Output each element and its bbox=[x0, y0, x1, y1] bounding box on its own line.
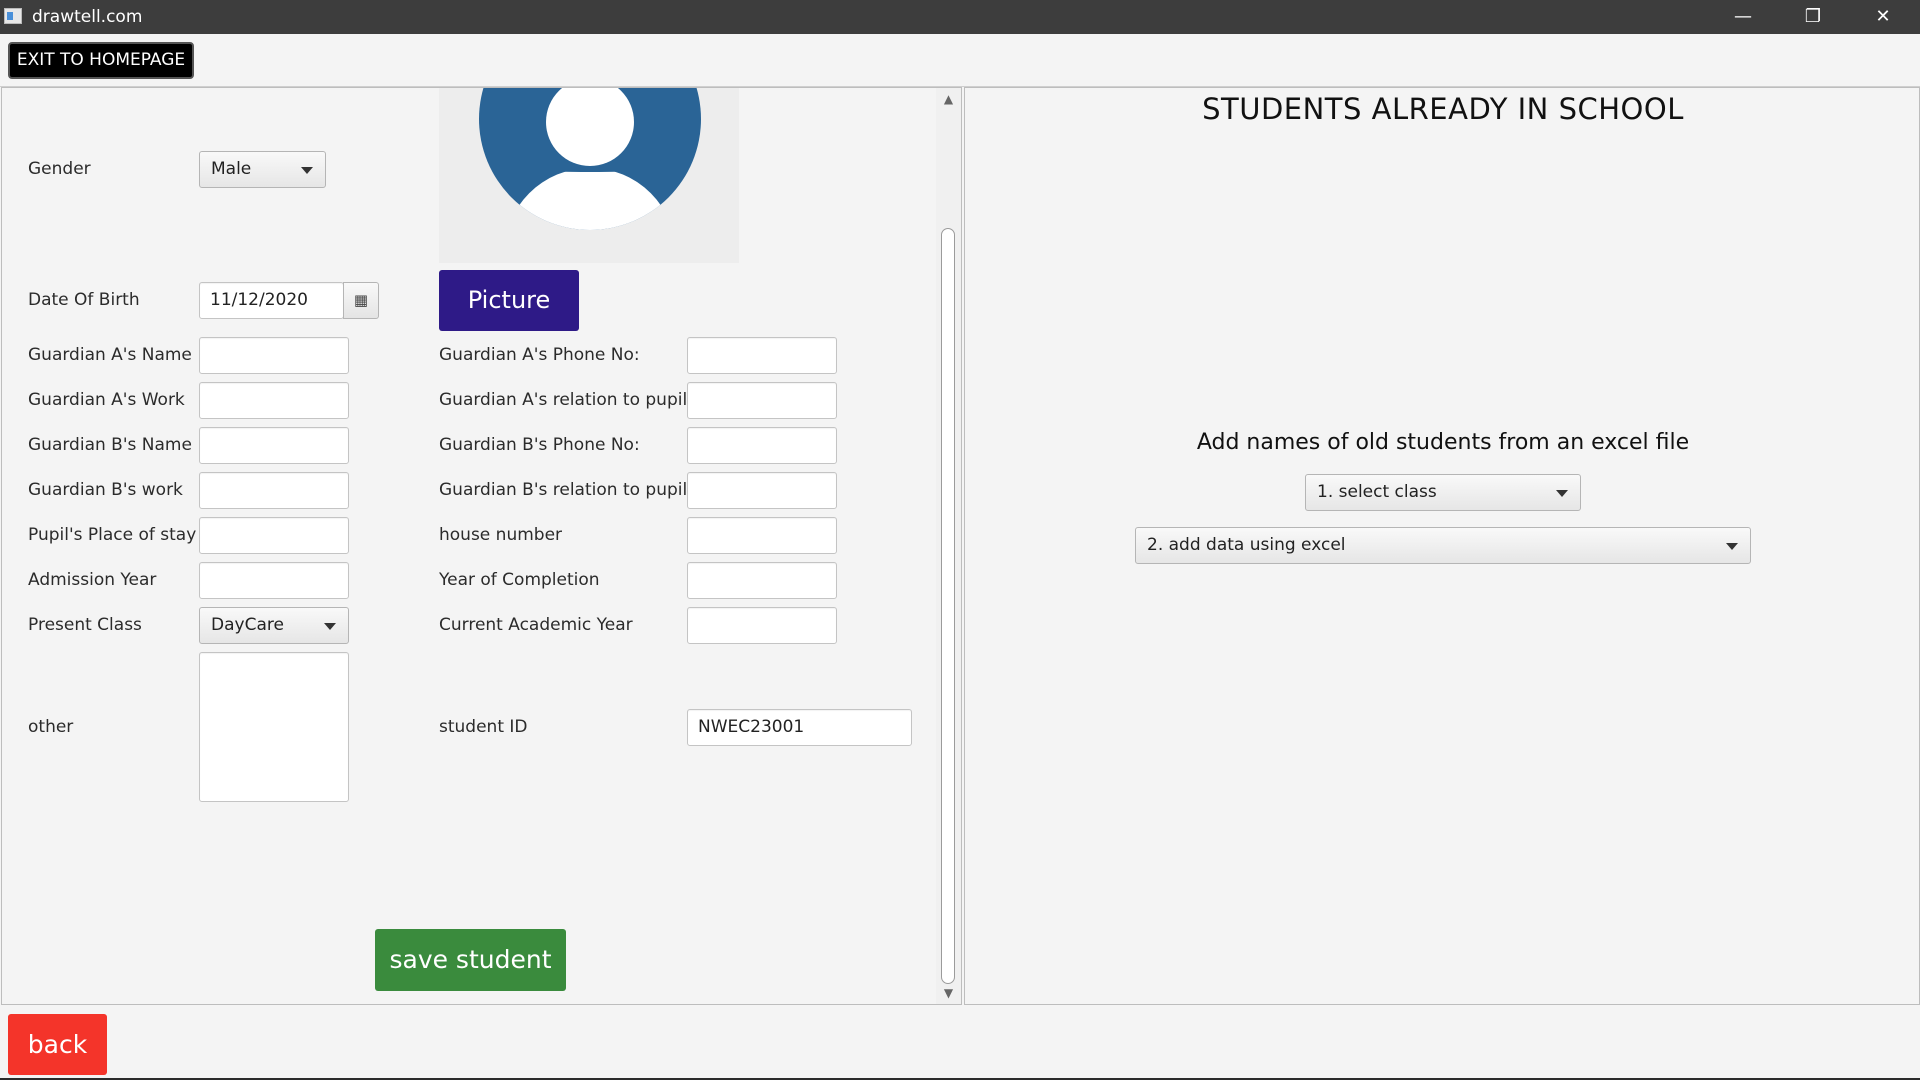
dob-label: Date Of Birth bbox=[28, 290, 140, 310]
chevron-down-icon bbox=[1556, 490, 1568, 497]
scroll-up-icon[interactable]: ▲ bbox=[936, 88, 961, 110]
guardian-a-name-field[interactable] bbox=[199, 337, 349, 374]
scroll-thumb[interactable] bbox=[941, 228, 955, 984]
student-id-field[interactable]: NWEC23001 bbox=[687, 709, 912, 746]
chevron-down-icon bbox=[1726, 543, 1738, 550]
student-id-label: student ID bbox=[439, 717, 528, 737]
minimize-icon[interactable]: — bbox=[1716, 0, 1770, 34]
present-class-value: DayCare bbox=[211, 615, 284, 635]
year-of-completion-field[interactable] bbox=[687, 562, 837, 599]
chevron-down-icon bbox=[324, 623, 336, 630]
other-label: other bbox=[28, 717, 74, 737]
current-academic-year-field[interactable] bbox=[687, 607, 837, 644]
picture-button[interactable]: Picture bbox=[439, 270, 579, 331]
house-number-field[interactable] bbox=[687, 517, 837, 554]
scroll-down-icon[interactable]: ▼ bbox=[936, 982, 961, 1004]
select-class-dropdown[interactable]: 1. select class bbox=[1305, 474, 1581, 511]
restore-icon[interactable]: ❐ bbox=[1786, 0, 1840, 34]
guardian-a-name-label: Guardian A's Name bbox=[28, 345, 192, 365]
save-student-button[interactable]: save student bbox=[375, 929, 566, 991]
student-form: Gender Male Date Of Birth 11/12/2020 ▦ P… bbox=[2, 88, 936, 1004]
gender-select[interactable]: Male bbox=[199, 151, 326, 188]
guardian-b-phone-field[interactable] bbox=[687, 427, 837, 464]
window-titlebar bbox=[0, 0, 1920, 34]
exit-to-homepage-button[interactable]: EXIT TO HOMEPAGE bbox=[8, 42, 194, 79]
students-title: STUDENTS ALREADY IN SCHOOL bbox=[1202, 92, 1684, 126]
select-class-value: 1. select class bbox=[1317, 482, 1437, 502]
current-academic-year-label: Current Academic Year bbox=[439, 615, 633, 635]
guardian-a-work-label: Guardian A's Work bbox=[28, 390, 185, 410]
avatar-icon bbox=[479, 88, 701, 230]
place-of-stay-label: Pupil's Place of stay bbox=[28, 525, 197, 545]
guardian-b-work-label: Guardian B's work bbox=[28, 480, 183, 500]
guardian-a-work-field[interactable] bbox=[199, 382, 349, 419]
house-number-label: house number bbox=[439, 525, 563, 545]
add-data-excel-value: 2. add data using excel bbox=[1147, 535, 1346, 555]
app-icon bbox=[4, 8, 22, 24]
guardian-a-phone-label: Guardian A's Phone No: bbox=[439, 345, 640, 365]
present-class-label: Present Class bbox=[28, 615, 142, 635]
other-textarea[interactable] bbox=[199, 652, 349, 802]
vertical-scrollbar[interactable]: ▲ ▼ bbox=[936, 88, 961, 1004]
present-class-select[interactable]: DayCare bbox=[199, 607, 349, 644]
window-title: drawtell.com bbox=[32, 7, 143, 27]
existing-students-pane: STUDENTS ALREADY IN SCHOOL Add names of … bbox=[964, 87, 1920, 1005]
guardian-b-phone-label: Guardian B's Phone No: bbox=[439, 435, 640, 455]
add-data-excel-dropdown[interactable]: 2. add data using excel bbox=[1135, 527, 1751, 564]
guardian-a-relation-field[interactable] bbox=[687, 382, 837, 419]
calendar-icon[interactable]: ▦ bbox=[343, 282, 379, 319]
admission-year-field[interactable] bbox=[199, 562, 349, 599]
year-of-completion-label: Year of Completion bbox=[439, 570, 600, 590]
chevron-down-icon bbox=[301, 167, 313, 174]
student-photo bbox=[439, 88, 739, 263]
guardian-b-relation-label: Guardian B's relation to pupil bbox=[439, 480, 688, 500]
gender-value: Male bbox=[211, 159, 252, 179]
guardian-b-name-field[interactable] bbox=[199, 427, 349, 464]
dob-field[interactable]: 11/12/2020 bbox=[199, 282, 344, 319]
guardian-a-relation-label: Guardian A's relation to pupil bbox=[439, 390, 688, 410]
guardian-a-phone-field[interactable] bbox=[687, 337, 837, 374]
guardian-b-work-field[interactable] bbox=[199, 472, 349, 509]
student-form-pane: Gender Male Date Of Birth 11/12/2020 ▦ P… bbox=[1, 87, 962, 1005]
place-of-stay-field[interactable] bbox=[199, 517, 349, 554]
close-icon[interactable]: ✕ bbox=[1856, 0, 1910, 34]
guardian-b-relation-field[interactable] bbox=[687, 472, 837, 509]
excel-import-label: Add names of old students from an excel … bbox=[1196, 430, 1690, 455]
guardian-b-name-label: Guardian B's Name bbox=[28, 435, 192, 455]
admission-year-label: Admission Year bbox=[28, 570, 157, 590]
back-button[interactable]: back bbox=[8, 1014, 107, 1075]
gender-label: Gender bbox=[28, 159, 91, 179]
